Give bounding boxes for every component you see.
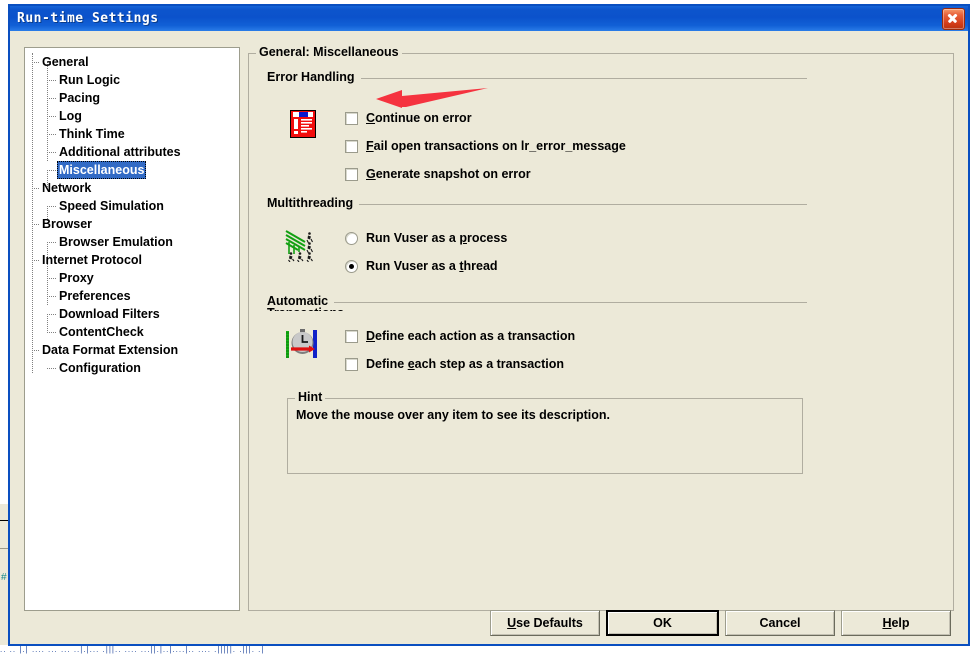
hint-box-legend: Hint xyxy=(295,390,326,404)
tree-item-label: General xyxy=(42,55,89,69)
checkbox-define-each-step-as-transaction[interactable] xyxy=(345,357,358,371)
dialog-body: General Run Logic Pacing Log Think Time Addit… xyxy=(10,31,968,644)
settings-content-panel: General: Miscellaneous Error Handling Co… xyxy=(248,45,954,611)
help-button-label: Help xyxy=(882,616,910,630)
settings-tree-items: General Run Logic Pacing Log Think Time Addit… xyxy=(25,53,239,377)
tree-item-label: Preferences xyxy=(59,289,131,303)
section-header-automatic-transactions: Automatic Transactions xyxy=(267,294,807,311)
section-rule-automatic-transactions xyxy=(267,302,807,303)
settings-tree-inner: General Run Logic Pacing Log Think Time Addit… xyxy=(25,48,239,377)
radio-row-run-vuser-thread[interactable]: Run Vuser as a thread xyxy=(345,258,498,274)
cancel-button-label: Cancel xyxy=(759,616,801,630)
tree-item-label: Think Time xyxy=(59,127,125,141)
tree-item-label: Configuration xyxy=(59,361,141,375)
checkbox-row-continue-on-error[interactable]: Continue on error xyxy=(345,110,472,126)
tree-item-label: Browser xyxy=(42,217,93,231)
section-error-handling: Error Handling xyxy=(267,70,807,86)
tree-item-contentcheck[interactable]: ContentCheck xyxy=(25,323,239,341)
tree-item-label: Pacing xyxy=(59,91,100,105)
tree-item-miscellaneous[interactable]: Miscellaneous xyxy=(25,161,239,179)
label-define-each-action-as-transaction: Define each action as a transaction xyxy=(366,329,576,343)
checkbox-continue-on-error[interactable] xyxy=(345,111,358,125)
tree-item-proxy[interactable]: Proxy xyxy=(25,269,239,287)
error-document-icon xyxy=(289,109,317,139)
tree-item-label: Network xyxy=(42,181,92,195)
checkbox-row-fail-open-transactions[interactable]: Fail open transactions on lr_error_messa… xyxy=(345,138,626,154)
checkbox-fail-open-transactions[interactable] xyxy=(345,139,358,153)
tree-item-preferences[interactable]: Preferences xyxy=(25,287,239,305)
label-generate-snapshot-on-error: Generate snapshot on error xyxy=(366,167,531,181)
help-button[interactable]: Help xyxy=(841,610,951,636)
section-title-automatic-transactions: Automatic xyxy=(267,294,335,308)
window-title: Run-time Settings xyxy=(17,11,159,26)
section-header-error-handling: Error Handling xyxy=(267,70,807,86)
background-teal-glyph: # xyxy=(1,572,7,583)
taskbar-icons: .. .. |.| .... ... ... ..|.|... .|||.. .… xyxy=(0,645,265,654)
dialog-button-bar: Use Defaults OK Cancel Help xyxy=(10,610,968,636)
tree-item-label: Internet Protocol xyxy=(42,253,143,267)
tree-item-label: ContentCheck xyxy=(59,325,144,339)
radio-run-vuser-as-thread[interactable] xyxy=(345,259,358,273)
label-continue-on-error: Continue on error xyxy=(366,111,472,125)
section-automatic-transactions: Automatic Transactions xyxy=(267,294,807,311)
threads-runners-icon xyxy=(285,230,319,263)
section-title-clipped-second-line: Transactions xyxy=(267,307,345,311)
stopwatch-icon xyxy=(285,328,319,360)
title-bar-buttons xyxy=(942,7,965,30)
tree-item-label: Speed Simulation xyxy=(59,199,164,213)
settings-tree[interactable]: General Run Logic Pacing Log Think Time Addit… xyxy=(24,47,240,611)
use-defaults-button-label: Use Defaults xyxy=(507,616,583,630)
radio-row-run-vuser-process[interactable]: Run Vuser as a process xyxy=(345,230,507,246)
tree-item-label: Miscellaneous xyxy=(57,161,147,179)
tree-item-run-logic[interactable]: Run Logic xyxy=(25,71,239,89)
hint-box-text: Move the mouse over any item to see its … xyxy=(296,408,610,422)
tree-item-internet-protocol[interactable]: Internet Protocol xyxy=(25,251,239,269)
use-defaults-button[interactable]: Use Defaults xyxy=(490,610,600,636)
label-define-each-step-as-transaction: Define each step as a transaction xyxy=(366,357,565,371)
tree-item-label: Data Format Extension xyxy=(42,343,179,357)
tree-item-label: Log xyxy=(59,109,82,123)
tree-item-think-time[interactable]: Think Time xyxy=(25,125,239,143)
section-title-error-handling: Error Handling xyxy=(267,70,361,84)
checkbox-row-define-action-transaction[interactable]: Define each action as a transaction xyxy=(345,328,575,344)
tree-item-label: Download Filters xyxy=(59,307,160,321)
tree-item-label: Additional attributes xyxy=(59,145,181,159)
tree-item-log[interactable]: Log xyxy=(25,107,239,125)
section-title-multithreading: Multithreading xyxy=(267,196,360,210)
tree-item-general[interactable]: General xyxy=(25,53,239,71)
tree-item-speed-simulation[interactable]: Speed Simulation xyxy=(25,197,239,215)
content-panel-title: General: Miscellaneous xyxy=(256,45,402,59)
checkbox-define-each-action-as-transaction[interactable] xyxy=(345,329,358,343)
radio-run-vuser-as-process[interactable] xyxy=(345,231,358,245)
tree-item-pacing[interactable]: Pacing xyxy=(25,89,239,107)
checkbox-generate-snapshot-on-error[interactable] xyxy=(345,167,358,181)
checkbox-row-generate-snapshot[interactable]: Generate snapshot on error xyxy=(345,166,531,182)
tree-item-label: Browser Emulation xyxy=(59,235,173,249)
tree-item-browser[interactable]: Browser xyxy=(25,215,239,233)
tree-item-additional-attributes[interactable]: Additional attributes xyxy=(25,143,239,161)
cancel-button[interactable]: Cancel xyxy=(725,610,835,636)
tree-item-label: Run Logic xyxy=(59,73,121,87)
section-multithreading: Multithreading xyxy=(267,196,807,212)
label-fail-open-transactions: Fail open transactions on lr_error_messa… xyxy=(366,139,626,153)
hint-box: Hint Move the mouse over any item to see… xyxy=(287,390,803,474)
label-run-vuser-as-process: Run Vuser as a process xyxy=(366,231,508,245)
tree-item-data-format-extension[interactable]: Data Format Extension xyxy=(25,341,239,359)
taskbar-strip: .. .. |.| .... ... ... ..|.|... .|||.. .… xyxy=(0,645,978,654)
tree-item-download-filters[interactable]: Download Filters xyxy=(25,305,239,323)
tree-item-configuration[interactable]: Configuration xyxy=(25,359,239,377)
title-bar[interactable]: Run-time Settings xyxy=(10,6,968,31)
checkbox-row-define-step-transaction[interactable]: Define each step as a transaction xyxy=(345,356,564,372)
run-time-settings-dialog: Run-time Settings General Run Logic Pacing… xyxy=(8,4,970,646)
ok-button-label: OK xyxy=(653,616,672,630)
close-icon[interactable] xyxy=(942,7,965,30)
label-run-vuser-as-thread: Run Vuser as a thread xyxy=(366,259,498,273)
tree-item-label: Proxy xyxy=(59,271,94,285)
tree-item-network[interactable]: Network xyxy=(25,179,239,197)
ok-button[interactable]: OK xyxy=(606,610,719,636)
tree-item-browser-emulation[interactable]: Browser Emulation xyxy=(25,233,239,251)
section-header-multithreading: Multithreading xyxy=(267,196,807,212)
